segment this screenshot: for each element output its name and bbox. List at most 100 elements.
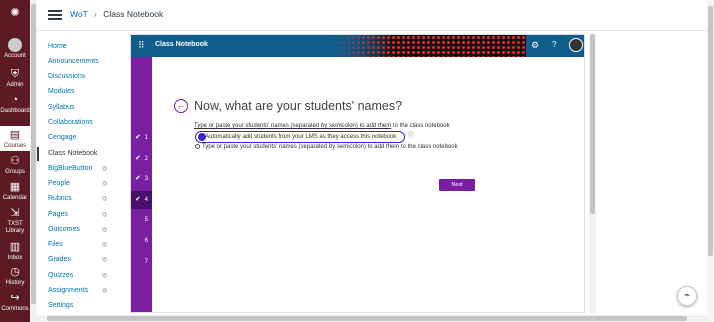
course-nav-grades[interactable]: Grades ◎ <box>37 253 129 267</box>
option-auto-add-students[interactable]: Automatically add students from your LMS… <box>195 131 414 143</box>
wizard-step-3[interactable]: ✔ 3 <box>131 170 152 188</box>
course-nav-cengage[interactable]: Cengage <box>37 131 129 145</box>
radio-unselected[interactable] <box>195 144 200 149</box>
step-number: 2 <box>144 156 148 162</box>
eye-slash-icon: ◎ <box>102 181 108 187</box>
scrollbar-thumb[interactable] <box>47 316 687 321</box>
step-number: 6 <box>144 238 148 244</box>
global-nav-label: Commons <box>1 306 29 312</box>
wizard-step-4[interactable]: ✔ 4 <box>131 191 152 209</box>
page-header: WoT › Class Notebook <box>37 0 714 31</box>
avatar[interactable] <box>569 38 583 52</box>
step-number: 7 <box>144 259 148 265</box>
global-nav-library[interactable]: ⇲ TXST Library <box>0 206 30 235</box>
course-nav-quizzes[interactable]: Quizzes ◎ <box>37 269 129 283</box>
global-nav-label: Calendar <box>2 195 28 201</box>
calendar-icon: ▦ <box>9 181 21 193</box>
course-nav-modules[interactable]: Modules <box>37 85 129 99</box>
radio-selected[interactable] <box>198 133 206 141</box>
eye-slash-icon: ◎ <box>102 212 108 218</box>
global-nav-history[interactable]: ◷ History <box>0 265 30 287</box>
horizontal-scrollbar[interactable] <box>37 315 707 322</box>
course-nav-syllabus[interactable]: Syllabus <box>37 101 129 115</box>
global-nav-label: Courses <box>3 143 27 149</box>
eye-slash-icon: ◎ <box>102 196 108 202</box>
next-button[interactable]: Next <box>439 179 475 191</box>
scrollbar-thumb[interactable] <box>590 34 595 214</box>
course-nav-announcements[interactable]: Announcements <box>37 55 129 69</box>
question-title: Now, what are your students' names? <box>194 99 403 113</box>
wizard-step-6: 6 <box>131 232 152 250</box>
course-nav-pages[interactable]: Pages ◎ <box>37 208 129 222</box>
global-nav-label: Account <box>4 53 26 59</box>
back-arrow-icon[interactable]: ← <box>174 99 188 113</box>
hamburger-menu-icon[interactable] <box>48 10 62 20</box>
shield-icon: ⛨ <box>10 68 20 80</box>
page-scrollbar[interactable] <box>707 0 714 322</box>
eye-slash-icon: ◎ <box>102 288 108 294</box>
global-nav-admin[interactable]: ⛨ Admin <box>0 67 30 89</box>
accessibility-checker-button[interactable]: ⌁ <box>677 286 697 306</box>
breadcrumb-current: Class Notebook <box>103 9 164 19</box>
breadcrumb: WoT › Class Notebook <box>70 9 163 19</box>
help-icon[interactable]: ? <box>552 40 556 49</box>
check-icon: ✔ <box>135 155 141 162</box>
canvas-logo[interactable]: ✺ <box>0 6 30 21</box>
content-scrollbar[interactable] <box>589 34 596 313</box>
course-nav-label: Outcomes <box>48 226 80 233</box>
course-nav-label: BigBlueButton <box>48 165 93 172</box>
wizard-step-2[interactable]: ✔ 2 <box>131 150 152 168</box>
global-nav-label: History <box>5 280 25 286</box>
global-nav-scrollbar[interactable] <box>30 0 37 322</box>
scrollbar-thumb[interactable] <box>708 6 713 256</box>
info-icon[interactable]: ⓘ <box>408 131 414 141</box>
option-manual-add-students[interactable]: Type or paste your students' names (sepa… <box>195 144 458 150</box>
course-nav-files[interactable]: Files ◎ <box>37 238 129 252</box>
global-navigation: ✺ Account ⛨ Admin ◔ Dashboard ▤ Courses … <box>0 0 30 322</box>
avatar-icon <box>8 38 22 52</box>
global-nav-label: Groups <box>5 169 25 175</box>
global-nav-label: Inbox <box>7 255 23 261</box>
global-nav-account[interactable]: Account <box>0 38 30 60</box>
course-nav-collaborations[interactable]: Collaborations <box>37 116 129 130</box>
gear-icon[interactable]: ⚙ <box>531 40 539 51</box>
eye-slash-icon: ◎ <box>102 227 108 233</box>
course-nav-label: Assignments <box>48 287 89 294</box>
app-launcher-icon[interactable]: ⠿ <box>138 41 145 50</box>
book-icon: ▤ <box>9 129 21 141</box>
course-nav-discussions[interactable]: Discussions <box>37 70 129 84</box>
course-nav-class-notebook[interactable]: Class Notebook <box>37 147 129 161</box>
global-nav-dashboard[interactable]: ◔ Dashboard <box>0 93 30 115</box>
library-icon: ⇲ <box>10 207 20 219</box>
global-nav-courses[interactable]: ▤ Courses <box>0 126 30 151</box>
course-nav-label: Quizzes <box>48 272 74 279</box>
course-nav-rubrics[interactable]: Rubrics ◎ <box>37 192 129 206</box>
instruction-suffix: to the class notebook <box>391 123 450 129</box>
course-nav-bigbluebutton[interactable]: BigBlueButton ◎ <box>37 162 129 176</box>
eye-slash-icon: ◎ <box>102 273 108 279</box>
instruction-underlined: Type or paste your students' names (sepa… <box>194 123 392 129</box>
dashboard-icon: ◔ <box>11 94 19 106</box>
step-number: 4 <box>144 197 148 203</box>
course-nav-label: Rubrics <box>48 195 72 202</box>
scrollbar-thumb[interactable] <box>31 4 36 304</box>
course-nav-outcomes[interactable]: Outcomes ◎ <box>37 223 129 237</box>
wizard-step-7: 7 <box>131 253 152 271</box>
course-nav-assignments[interactable]: Assignments ◎ <box>37 284 129 298</box>
wand-icon: ⌁ <box>683 290 691 301</box>
global-nav-commons[interactable]: ↪ Commons <box>0 291 30 313</box>
wizard-step-1[interactable]: ✔ 1 <box>131 129 152 147</box>
wizard-steps: ✔ 1 ✔ 2 ✔ 3 ✔ 4 5 6 7 <box>131 57 152 312</box>
step-number: 5 <box>144 217 148 223</box>
eye-slash-icon: ◎ <box>102 166 108 172</box>
check-icon: ✔ <box>135 134 141 141</box>
global-nav-label: TXST Library <box>5 221 25 234</box>
canvas-logo-icon: ✺ <box>10 7 20 19</box>
global-nav-calendar[interactable]: ▦ Calendar <box>0 180 30 202</box>
global-nav-groups[interactable]: ⚇ Groups <box>0 154 30 176</box>
course-nav-home[interactable]: Home <box>37 40 129 54</box>
course-nav-people[interactable]: People ◎ <box>37 177 129 191</box>
global-nav-inbox[interactable]: ▥ Inbox <box>0 240 30 262</box>
course-nav-settings[interactable]: Settings <box>37 299 129 313</box>
breadcrumb-course-link[interactable]: WoT <box>70 9 88 19</box>
